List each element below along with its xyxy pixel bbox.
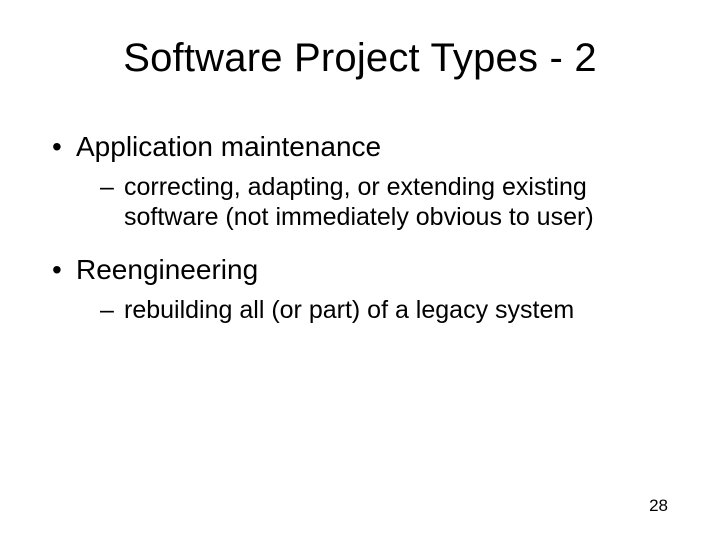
bullet-label: Reengineering	[76, 254, 258, 285]
bullet-item: Reengineering rebuilding all (or part) o…	[48, 252, 672, 325]
slide-title: Software Project Types - 2	[48, 36, 672, 81]
sub-bullet-item: correcting, adapting, or extending exist…	[76, 172, 672, 232]
sub-bullet-label: correcting, adapting, or extending exist…	[124, 173, 594, 231]
sub-bullet-list: rebuilding all (or part) of a legacy sys…	[76, 295, 672, 325]
sub-bullet-item: rebuilding all (or part) of a legacy sys…	[76, 295, 672, 325]
bullet-list: Application maintenance correcting, adap…	[48, 129, 672, 325]
sub-bullet-label: rebuilding all (or part) of a legacy sys…	[124, 296, 574, 324]
sub-bullet-list: correcting, adapting, or extending exist…	[76, 172, 672, 232]
page-number: 28	[649, 496, 668, 516]
bullet-item: Application maintenance correcting, adap…	[48, 129, 672, 232]
slide: Software Project Types - 2 Application m…	[0, 0, 720, 540]
bullet-label: Application maintenance	[76, 131, 381, 162]
